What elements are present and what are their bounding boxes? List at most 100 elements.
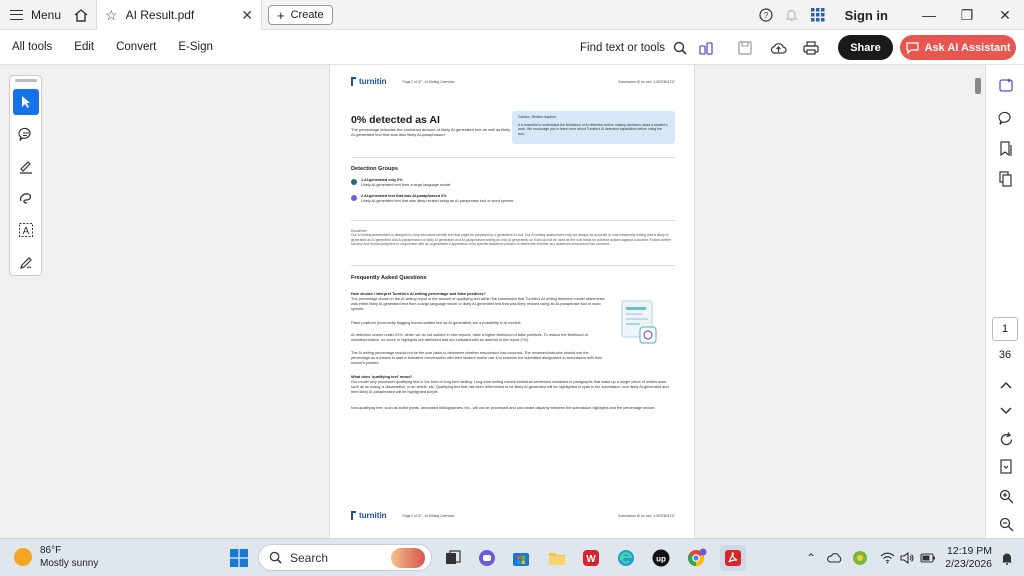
notification-bell-icon[interactable] — [779, 0, 805, 30]
file-explorer-icon[interactable] — [544, 545, 570, 571]
star-icon[interactable]: ☆ — [105, 7, 118, 24]
windows-taskbar: 86°F Mostly sunny Search W up ⌃ 12:19 PM… — [0, 538, 1024, 576]
sign-pen-icon[interactable] — [13, 249, 39, 275]
previous-page-icon[interactable] — [994, 373, 1018, 397]
ask-ai-label: Ask AI Assistant — [924, 41, 1011, 54]
save-icon[interactable] — [733, 30, 757, 65]
document-viewport[interactable]: turnitin Page 2 of 37 - AI Writing Overv… — [0, 65, 985, 538]
upload-cloud-icon[interactable] — [766, 30, 790, 65]
clock-date: 2/23/2026 — [945, 558, 992, 570]
faq2-block: What does 'qualifying text' mean? Our mo… — [351, 375, 675, 395]
document-tab[interactable]: ☆ AI Result.pdf ✕ — [96, 0, 262, 30]
taskbar-search[interactable]: Search — [258, 544, 432, 571]
esign-menu[interactable]: E-Sign — [167, 41, 224, 53]
zoom-in-icon[interactable] — [994, 484, 1018, 508]
page-thumbnails-icon[interactable] — [994, 167, 1018, 191]
page-scroll-icon[interactable] — [994, 455, 1018, 479]
print-icon[interactable] — [799, 30, 823, 65]
onedrive-icon[interactable] — [824, 539, 846, 576]
find-text-tools[interactable]: Find text or tools — [580, 30, 687, 65]
ask-ai-assistant-button[interactable]: Ask AI Assistant — [900, 35, 1016, 60]
sign-in-button[interactable]: Sign in — [845, 8, 888, 23]
next-page-icon[interactable] — [994, 399, 1018, 423]
search-icon — [673, 41, 687, 55]
upwork-app-icon[interactable]: up — [648, 545, 674, 571]
close-window-icon[interactable]: ✕ — [986, 0, 1024, 30]
battery-icon[interactable] — [917, 539, 939, 576]
text-box-icon[interactable]: A — [13, 217, 39, 243]
search-label: Search — [290, 550, 329, 565]
weather-widget[interactable]: 86°F Mostly sunny — [14, 544, 98, 570]
help-icon[interactable]: ? — [753, 0, 779, 30]
faq2-answer: Our model only processes qualifying text… — [351, 380, 669, 394]
menu-button[interactable]: Menu — [0, 0, 71, 30]
divider — [351, 220, 675, 221]
search-icon — [269, 551, 282, 564]
all-tools-menu[interactable]: All tools — [0, 41, 63, 53]
faq2-question: What does 'qualifying text' mean? — [351, 375, 413, 379]
acrobat-reader-icon[interactable] — [720, 545, 746, 571]
group1-title: 1 AI-generated only 0% — [361, 178, 403, 182]
detection-groups-heading: Detection Groups — [351, 166, 398, 172]
comment-tool-icon[interactable] — [13, 121, 39, 147]
task-view-icon[interactable] — [440, 545, 466, 571]
ai-assistant-panel-icon[interactable] — [994, 73, 1018, 97]
maximize-icon[interactable]: ❐ — [948, 0, 986, 30]
edge-browser-icon[interactable] — [613, 545, 639, 571]
comments-panel-icon[interactable] — [994, 106, 1018, 130]
find-label: Find text or tools — [580, 41, 666, 54]
wifi-icon[interactable] — [876, 539, 898, 576]
select-tool-icon[interactable] — [13, 89, 39, 115]
system-clock[interactable]: 12:19 PM 2/23/2026 — [940, 545, 992, 571]
current-page-input[interactable]: 1 — [992, 317, 1018, 341]
caution-text: It is essential to understand the limita… — [518, 122, 668, 136]
weather-condition: Mostly sunny — [40, 558, 99, 569]
ai-tools-icon[interactable] — [694, 30, 718, 65]
convert-menu[interactable]: Convert — [105, 41, 167, 53]
chrome-browser-icon[interactable] — [684, 545, 710, 571]
minimize-icon[interactable]: — — [910, 0, 948, 30]
zoom-out-icon[interactable] — [994, 512, 1018, 536]
bookmarks-panel-icon[interactable] — [994, 137, 1018, 161]
svg-text:up: up — [656, 555, 666, 564]
title-bar: Menu ☆ AI Result.pdf ✕ + Create ? Sign i… — [0, 0, 1024, 30]
edit-menu[interactable]: Edit — [63, 41, 105, 53]
faq1-false-positives: False positives (incorrectly flagging hu… — [351, 321, 522, 325]
microsoft-store-icon[interactable] — [508, 545, 534, 571]
report-illustration-icon — [621, 300, 657, 344]
faq1-question: How should I interpret Turnitin's AI wri… — [351, 292, 486, 296]
svg-text:?: ? — [763, 11, 768, 20]
share-button[interactable]: Share — [838, 35, 893, 60]
faq2-non-qualifying: Non-qualifying text, such as bullet poin… — [351, 406, 656, 410]
vertical-scrollbar-thumb[interactable] — [975, 78, 981, 94]
close-tab-icon[interactable]: ✕ — [241, 7, 253, 24]
create-button[interactable]: + Create — [268, 5, 333, 25]
highlight-pen-icon[interactable] — [13, 153, 39, 179]
header-page-info: Page 2 of 37 - AI Writing Overview — [402, 79, 455, 84]
turnitin-logo: turnitin — [351, 77, 387, 86]
apps-grid-icon[interactable] — [805, 0, 831, 30]
show-hidden-icons-icon[interactable]: ⌃ — [800, 539, 822, 576]
volume-icon[interactable] — [896, 539, 918, 576]
rotate-icon[interactable] — [994, 427, 1018, 451]
home-icon[interactable] — [66, 0, 96, 30]
wps-office-icon[interactable]: W — [578, 545, 604, 571]
plus-icon: + — [277, 7, 285, 23]
faq-heading: Frequently Asked Questions — [351, 275, 427, 281]
draw-freehand-icon[interactable] — [13, 185, 39, 211]
ai-assistant-icon — [905, 41, 919, 54]
panel-drag-handle[interactable] — [15, 79, 37, 82]
svg-text:W: W — [586, 554, 596, 565]
chat-app-icon[interactable] — [474, 545, 500, 571]
group1-marker-icon — [351, 179, 357, 185]
notifications-bell-icon[interactable] — [996, 539, 1018, 576]
disclaimer: Disclaimer Our AI writing assessment is … — [351, 229, 675, 246]
total-pages: 36 — [998, 349, 1012, 361]
menu-label: Menu — [31, 7, 62, 22]
tray-app-icon[interactable] — [849, 539, 871, 576]
pdf-page: turnitin Page 2 of 37 - AI Writing Overv… — [329, 65, 695, 538]
svg-text:A: A — [23, 226, 30, 237]
start-windows-icon[interactable] — [226, 545, 252, 571]
divider — [351, 265, 675, 266]
divider — [351, 157, 675, 158]
